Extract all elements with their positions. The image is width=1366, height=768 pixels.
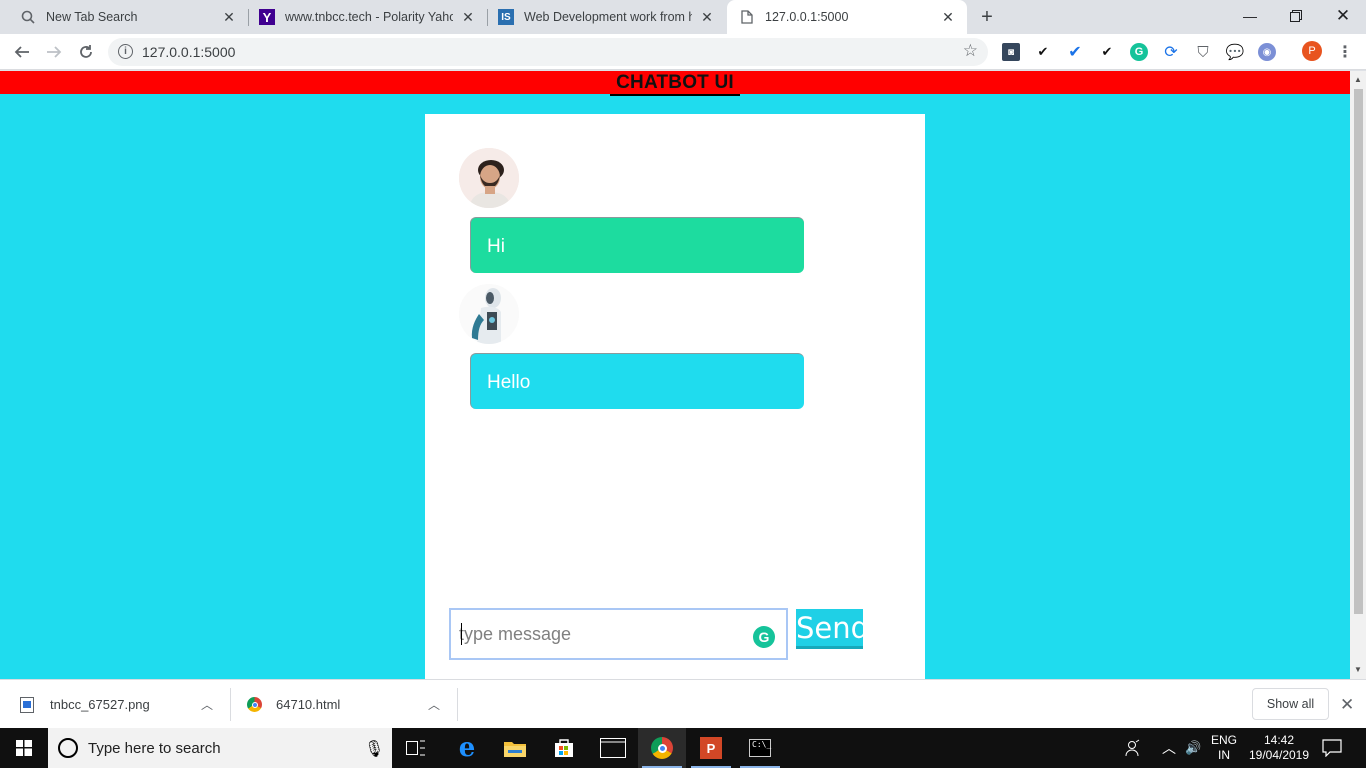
microphone-icon[interactable]: 🎙 [364, 739, 384, 759]
volume-icon[interactable]: 🔊 [1185, 728, 1201, 768]
bookmark-star-icon[interactable]: ☆ [963, 41, 978, 61]
cortana-icon [58, 738, 78, 758]
download-divider [230, 688, 231, 721]
new-tab-icon[interactable]: + [976, 6, 998, 28]
chrome-file-icon [247, 697, 262, 712]
message-input[interactable] [459, 620, 739, 648]
bot-message-bubble: Hello [470, 353, 804, 409]
check-extension-icon[interactable]: ✔ [1098, 43, 1116, 61]
page-viewport: CHATBOT UI Hi Hello type message G Send [0, 71, 1350, 679]
store-icon[interactable] [540, 728, 588, 768]
file-explorer-icon[interactable] [491, 728, 539, 768]
powerpoint-icon[interactable]: P [687, 728, 735, 768]
close-tab-icon[interactable]: ✕ [459, 8, 477, 26]
globe-extension-icon[interactable]: ◉ [1258, 43, 1276, 61]
language-code: ENG [1210, 733, 1237, 747]
reload-icon[interactable] [74, 40, 98, 64]
minimize-icon[interactable]: — [1227, 0, 1273, 32]
close-tab-icon[interactable]: ✕ [220, 8, 238, 26]
chat-panel: Hi Hello G Send [425, 114, 925, 679]
restore-icon[interactable] [1273, 0, 1319, 32]
show-all-button[interactable]: Show all [1252, 688, 1329, 720]
chevron-up-icon[interactable]: ︿ [201, 696, 213, 713]
speech-extension-icon[interactable]: 💬 [1226, 43, 1245, 61]
tab-new-tab-search[interactable]: New Tab Search ✕ [0, 0, 248, 34]
tab-title: Web Development work from ho [524, 10, 692, 24]
tab-web-development[interactable]: IS Web Development work from ho ✕ [488, 0, 726, 34]
show-hidden-icons-icon[interactable]: ︿ [1162, 728, 1176, 768]
user-avatar [459, 148, 519, 208]
task-view-icon[interactable] [392, 728, 440, 768]
download-filename: tnbcc_67527.png [50, 697, 150, 712]
is-icon: IS [498, 9, 514, 25]
close-download-bar-icon[interactable]: ✕ [1340, 695, 1354, 715]
download-divider [457, 688, 458, 721]
language-indicator[interactable]: ENG IN [1208, 728, 1240, 768]
send-button[interactable]: Send [796, 609, 869, 649]
tab-localhost[interactable]: 127.0.0.1:5000 ✕ [727, 0, 967, 34]
windows-start-icon[interactable] [0, 728, 48, 768]
text-caret [461, 623, 462, 645]
profile-avatar[interactable]: P [1302, 41, 1322, 61]
windows-taskbar: Type here to search 🎙 e P C:\_ ︿ 🔊 ENG I… [0, 728, 1366, 768]
info-icon[interactable]: i [118, 44, 133, 59]
window-app-icon[interactable] [589, 728, 637, 768]
notifications-icon[interactable] [1322, 728, 1342, 768]
close-tab-icon[interactable]: ✕ [698, 8, 716, 26]
tab-title: New Tab Search [46, 10, 138, 24]
back-icon[interactable] [10, 40, 34, 64]
yahoo-icon: Y [259, 9, 275, 25]
clock[interactable]: 14:42 19/04/2019 [1248, 728, 1310, 768]
region-code: IN [1218, 748, 1230, 762]
user-message-text: Hi [487, 236, 505, 257]
message-input-box[interactable]: G [449, 608, 788, 660]
taskbar-search-placeholder: Type here to search [88, 740, 221, 757]
url-text: 127.0.0.1:5000 [142, 44, 236, 60]
close-window-icon[interactable]: ✕ [1320, 0, 1366, 32]
pocket-extension-icon[interactable]: ◙ [1002, 43, 1020, 61]
grammarly-extension-icon[interactable]: G [1130, 43, 1148, 61]
tab-tnbcc-yahoo[interactable]: Y www.tnbcc.tech - Polarity Yahoo ✕ [249, 0, 487, 34]
tick-extension-icon[interactable]: ✔ [1066, 43, 1084, 61]
browser-toolbar: i 127.0.0.1:5000 ☆ ◙ ✔ ✔ ✔ G ⟳ ⛉ 💬 ◉ P ⋮ [0, 34, 1366, 70]
grammarly-icon[interactable]: G [753, 626, 775, 648]
user-message-bubble: Hi [470, 217, 804, 273]
download-item[interactable]: tnbcc_67527.png ︿ [20, 680, 220, 729]
page-scrollbar[interactable]: ▲ ▼ [1350, 71, 1366, 679]
bot-message-text: Hello [487, 372, 531, 393]
people-icon[interactable] [1124, 728, 1142, 768]
image-file-icon [20, 696, 34, 713]
command-prompt-icon[interactable]: C:\_ [736, 728, 784, 768]
scroll-up-arrow-icon[interactable]: ▲ [1354, 75, 1362, 84]
clock-date: 19/04/2019 [1248, 748, 1310, 762]
clock-time: 14:42 [1263, 733, 1295, 747]
sync-extension-icon[interactable]: ⟳ [1162, 43, 1180, 61]
menu-dots-icon[interactable]: ⋮ [1336, 43, 1354, 61]
search-icon [20, 9, 36, 25]
taskbar-search-box[interactable]: Type here to search 🎙 [48, 728, 392, 768]
page-title: CHATBOT UI [610, 72, 740, 96]
download-item[interactable]: 64710.html ︿ [247, 680, 447, 729]
page-header: CHATBOT UI [0, 71, 1350, 96]
shield-extension-icon[interactable]: ⛉ [1194, 43, 1212, 61]
tab-title: 127.0.0.1:5000 [765, 10, 849, 24]
tab-title: www.tnbcc.tech - Polarity Yahoo [285, 10, 453, 24]
download-filename: 64710.html [276, 697, 341, 712]
close-tab-icon[interactable]: ✕ [939, 8, 957, 26]
address-bar[interactable]: i 127.0.0.1:5000 ☆ [108, 38, 988, 66]
checkmark-extension-icon[interactable]: ✔ [1034, 43, 1052, 61]
page-icon [739, 9, 755, 25]
tab-strip: New Tab Search ✕ Y www.tnbcc.tech - Pola… [0, 0, 1366, 34]
scroll-down-arrow-icon[interactable]: ▼ [1354, 665, 1362, 674]
scrollbar-thumb[interactable] [1354, 89, 1363, 614]
chrome-taskbar-icon[interactable] [638, 728, 686, 768]
forward-icon[interactable] [42, 40, 66, 64]
chevron-up-icon[interactable]: ︿ [428, 696, 440, 713]
download-bar: tnbcc_67527.png ︿ 64710.html ︿ Show all … [0, 679, 1366, 728]
edge-icon[interactable]: e [443, 728, 491, 768]
bot-avatar [459, 284, 519, 344]
